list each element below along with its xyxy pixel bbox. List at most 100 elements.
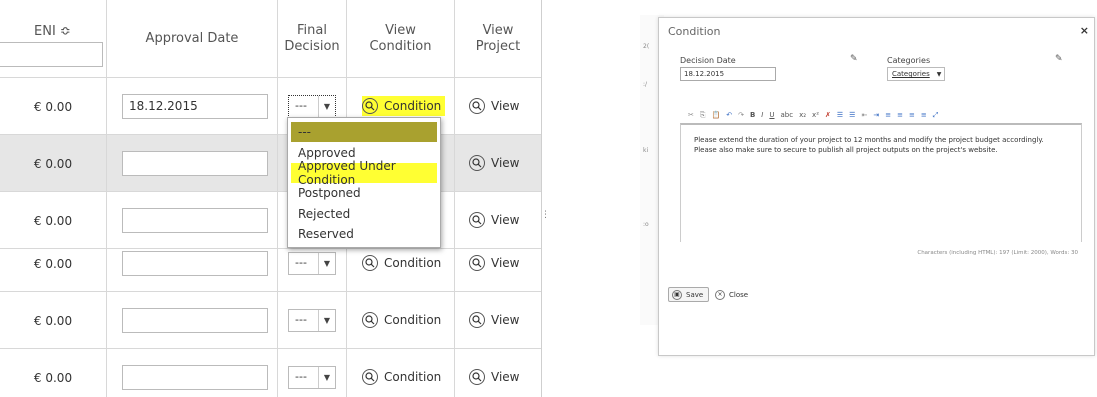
dialog-title: Condition xyxy=(668,25,721,38)
view-project-cell: View xyxy=(455,135,541,192)
approval-date-input[interactable] xyxy=(122,308,268,333)
table-header: ENI ≎ Approval Date Final Decision View … xyxy=(0,0,541,78)
undo-icon[interactable]: ↶ xyxy=(726,111,732,119)
view-project-link[interactable]: View xyxy=(469,310,519,330)
approval-date-input[interactable] xyxy=(122,151,268,176)
superscript-icon[interactable]: x² xyxy=(812,111,819,119)
remove-format-icon[interactable]: ✗ xyxy=(825,111,831,119)
eni-value: € 0.00 xyxy=(0,135,107,192)
numbered-list-icon[interactable]: ☰ xyxy=(837,111,843,119)
option-none[interactable]: --- xyxy=(291,122,437,143)
table-row: € 0.00 --- ▼ Condition View xyxy=(0,292,541,349)
view-project-link[interactable]: View xyxy=(469,210,519,230)
table-row: € 0.00 --- ▼ Condition View xyxy=(0,349,541,397)
option-approved-under-condition[interactable]: Approved Under Condition xyxy=(291,159,437,187)
align-center-icon[interactable]: ≡ xyxy=(897,111,903,119)
view-condition-cell: Condition xyxy=(347,349,455,397)
resize-handle-icon[interactable]: ⋮ xyxy=(541,210,550,220)
categories-value: Categories xyxy=(892,70,930,78)
final-decision-cell: --- ▼ xyxy=(278,292,347,349)
approval-date-input[interactable]: 18.12.2015 xyxy=(122,94,268,119)
final-decision-dropdown: --- Approved Approved Under Condition Po… xyxy=(287,117,441,248)
condition-link[interactable]: Condition xyxy=(362,96,446,116)
header-eni-label[interactable]: ENI ≎ xyxy=(34,24,71,40)
option-reserved[interactable]: Reserved xyxy=(291,224,437,244)
view-condition-cell: Condition xyxy=(347,292,455,349)
bold-icon[interactable]: B xyxy=(750,111,755,119)
eni-value: € 0.00 xyxy=(0,235,107,292)
magnifier-icon xyxy=(469,155,485,171)
save-icon: ▣ xyxy=(672,289,682,300)
final-decision-select[interactable]: --- ▼ xyxy=(288,252,336,275)
close-icon[interactable]: × xyxy=(1080,24,1089,37)
chevron-down-icon[interactable]: ▼ xyxy=(318,310,335,331)
pencil-icon[interactable]: ✎ xyxy=(1055,54,1063,64)
redo-icon[interactable]: ↷ xyxy=(738,111,744,119)
final-decision-select[interactable]: --- ▼ xyxy=(288,95,336,118)
paste-icon[interactable]: 📋 xyxy=(711,111,720,119)
table-row: € 0.00 18.12.2015 --- ▼ Condition View xyxy=(0,78,541,135)
view-project-link[interactable]: View xyxy=(469,153,519,173)
copy-icon[interactable]: ⎘ xyxy=(700,111,706,120)
categories-select[interactable]: Categories ▼ xyxy=(887,67,946,81)
header-view-condition: View Condition xyxy=(347,0,455,78)
final-decision-cell: --- ▼ xyxy=(278,349,347,397)
bulleted-list-icon[interactable]: ☰ xyxy=(849,111,855,119)
condition-link-label: Condition xyxy=(384,370,442,384)
indent-icon[interactable]: ⇥ xyxy=(873,111,879,119)
approval-date-cell xyxy=(107,292,278,349)
table-row: € 0.00 View xyxy=(0,135,541,192)
save-button[interactable]: ▣ Save xyxy=(668,287,710,302)
view-project-label: View xyxy=(491,256,520,270)
italic-icon[interactable]: I xyxy=(761,111,763,119)
eni-filter-input[interactable] xyxy=(0,42,103,67)
condition-link[interactable]: Condition xyxy=(362,367,445,387)
strikethrough-icon[interactable]: abc xyxy=(781,111,794,119)
view-project-link[interactable]: View xyxy=(469,253,519,273)
align-left-icon[interactable]: ≡ xyxy=(885,111,891,119)
approval-date-input[interactable] xyxy=(122,365,268,390)
condition-text-editor[interactable]: Please extend the duration of your proje… xyxy=(680,123,1082,242)
view-project-cell: View xyxy=(455,349,541,397)
option-rejected[interactable]: Rejected xyxy=(291,204,437,224)
eni-value: € 0.00 xyxy=(0,78,107,135)
decision-date-label: Decision Date xyxy=(680,56,736,65)
decision-date-input[interactable]: 18.12.2015 xyxy=(680,67,776,81)
condition-link[interactable]: Condition xyxy=(362,310,445,330)
condition-link-label: Condition xyxy=(384,99,442,113)
align-right-icon[interactable]: ≡ xyxy=(909,111,915,119)
approval-date-input[interactable] xyxy=(122,208,268,233)
editor-text-line: Please also make sure to secure to publi… xyxy=(694,146,998,154)
chevron-down-icon[interactable]: ▼ xyxy=(318,367,335,388)
eni-value: € 0.00 xyxy=(0,292,107,349)
condition-link[interactable]: Condition xyxy=(362,253,445,273)
header-approval-date: Approval Date xyxy=(107,0,278,78)
approval-date-input[interactable] xyxy=(122,251,268,276)
view-project-link[interactable]: View xyxy=(469,367,519,387)
chevron-down-icon[interactable]: ▼ xyxy=(318,253,335,274)
approval-date-cell xyxy=(107,349,278,397)
panel-divider[interactable] xyxy=(541,0,542,397)
close-button[interactable]: × Close xyxy=(711,287,752,302)
magnifier-icon xyxy=(362,255,378,271)
maximize-icon[interactable]: ⤢ xyxy=(933,111,939,120)
close-circle-icon: × xyxy=(715,289,725,300)
editor-text-line: Please extend the duration of your proje… xyxy=(694,136,1044,144)
outdent-icon[interactable]: ⇤ xyxy=(861,111,867,119)
cut-icon[interactable]: ✂ xyxy=(688,111,694,119)
magnifier-icon xyxy=(469,98,485,114)
underline-icon[interactable]: U xyxy=(769,111,774,119)
view-project-label: View xyxy=(491,156,520,170)
final-decision-select[interactable]: --- ▼ xyxy=(288,366,336,389)
chevron-down-icon[interactable]: ▼ xyxy=(318,96,335,117)
close-button-label: Close xyxy=(729,290,749,299)
pencil-icon[interactable]: ✎ xyxy=(850,54,858,64)
approval-date-cell xyxy=(107,135,278,192)
final-decision-value: --- xyxy=(295,313,307,326)
final-decision-select[interactable]: --- ▼ xyxy=(288,309,336,332)
view-project-link[interactable]: View xyxy=(469,96,519,116)
save-button-label: Save xyxy=(686,290,704,299)
view-project-label: View xyxy=(491,370,520,384)
subscript-icon[interactable]: x₂ xyxy=(799,111,806,119)
justify-icon[interactable]: ≡ xyxy=(921,111,927,119)
